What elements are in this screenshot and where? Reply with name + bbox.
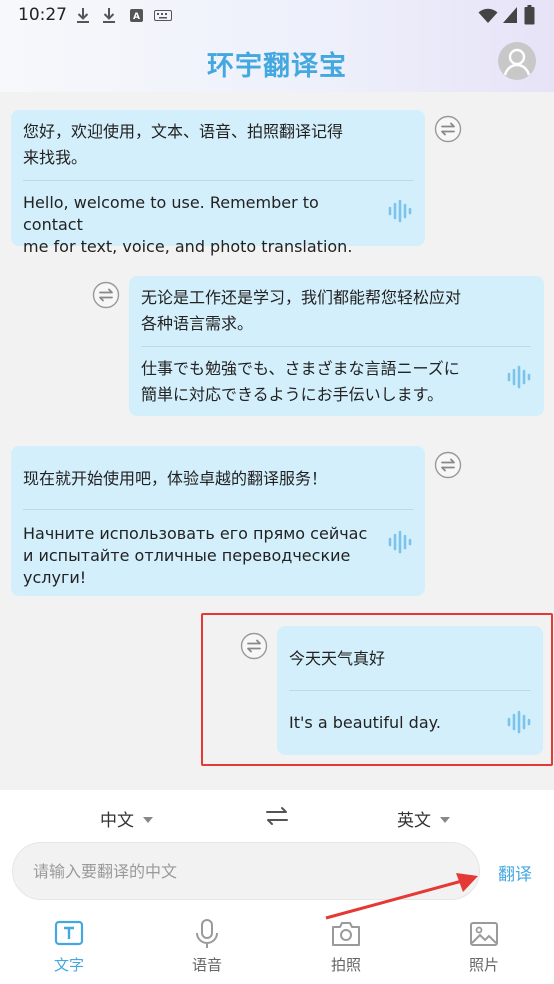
source-language-select[interactable]: 中文 bbox=[100, 806, 153, 831]
message-translation-text: 仕事でも勉強でも、さまざまな言語ニーズに 簡単に対応できるようにお手伝いします。 bbox=[141, 359, 460, 404]
status-time: 10:27 bbox=[18, 5, 67, 25]
source-language-label: 中文 bbox=[100, 811, 134, 831]
status-bar: 10:27 A bbox=[0, 0, 554, 32]
message-bubble: 您好，欢迎使用，文本、语音、拍照翻译记得 来找我。 Hello, welcome… bbox=[11, 110, 425, 256]
swap-languages-icon[interactable] bbox=[265, 806, 289, 826]
message-divider bbox=[289, 690, 531, 691]
swap-icon[interactable] bbox=[240, 632, 268, 660]
message-source-text: 您好，欢迎使用，文本、语音、拍照翻译记得 来找我。 bbox=[23, 122, 344, 167]
chevron-down-icon bbox=[440, 817, 450, 823]
annotation-arrow bbox=[325, 873, 478, 920]
svg-text:A: A bbox=[133, 12, 140, 22]
message-translation-text: It's a beautiful day. bbox=[289, 713, 441, 732]
voice-play-icon[interactable] bbox=[506, 710, 532, 734]
camera-icon bbox=[332, 922, 360, 946]
tab-camera[interactable]: 拍照 bbox=[311, 918, 381, 975]
download-icon bbox=[77, 8, 89, 23]
swap-icon[interactable] bbox=[434, 115, 462, 143]
message-bubble: 今天天气真好 It's a beautiful day. bbox=[277, 626, 543, 755]
swap-icon[interactable] bbox=[434, 451, 462, 479]
tab-voice[interactable]: 语音 bbox=[172, 918, 242, 975]
tab-label: 文字 bbox=[53, 956, 84, 974]
message-bubble: 现在就开始使用吧，体验卓越的翻译服务！ Начните использовать… bbox=[11, 446, 425, 596]
app-header: 10:27 A 环宇翻译宝 bbox=[0, 0, 554, 92]
voice-play-icon[interactable] bbox=[506, 365, 532, 389]
tab-photos[interactable]: 照片 bbox=[449, 918, 519, 975]
microphone-icon bbox=[196, 919, 218, 948]
chevron-down-icon bbox=[143, 817, 153, 823]
message-source-text: 现在就开始使用吧，体验卓越的翻译服务！ bbox=[23, 469, 328, 488]
wifi-icon bbox=[478, 8, 498, 23]
target-language-select[interactable]: 英文 bbox=[397, 806, 450, 831]
text-icon bbox=[54, 920, 84, 946]
message-divider bbox=[23, 180, 413, 181]
tab-label: 语音 bbox=[191, 956, 222, 974]
user-icon bbox=[503, 48, 531, 76]
image-icon bbox=[470, 922, 498, 946]
tab-label: 拍照 bbox=[330, 956, 361, 974]
tab-label: 照片 bbox=[468, 956, 499, 974]
battery-icon bbox=[524, 5, 535, 25]
tab-text[interactable]: 文字 bbox=[34, 918, 104, 975]
user-avatar[interactable] bbox=[498, 42, 536, 80]
translate-button[interactable]: 翻译 bbox=[498, 860, 532, 885]
swap-icon[interactable] bbox=[92, 281, 120, 309]
app-title: 环宇翻译宝 bbox=[207, 51, 347, 82]
message-divider bbox=[23, 509, 413, 510]
voice-play-icon[interactable] bbox=[387, 530, 413, 554]
download-icon bbox=[103, 8, 115, 23]
target-language-label: 英文 bbox=[397, 811, 431, 831]
message-source-text: 无论是工作还是学习，我们都能帮您轻松应对 各种语言需求。 bbox=[141, 288, 462, 333]
cellular-signal-icon bbox=[503, 7, 517, 23]
message-translation-text: Начните использовать его прямо сейчас и … bbox=[23, 524, 368, 587]
voice-play-icon[interactable] bbox=[387, 199, 413, 223]
message-bubble: 无论是工作还是学习，我们都能帮您轻松应对 各种语言需求。 仕事でも勉強でも、さま… bbox=[129, 276, 544, 416]
text-badge-icon: A bbox=[130, 9, 143, 22]
message-source-text: 今天天气真好 bbox=[289, 649, 386, 668]
message-divider bbox=[141, 346, 531, 347]
keyboard-icon bbox=[154, 10, 172, 21]
message-translation-text: Hello, welcome to use. Remember to conta… bbox=[23, 193, 353, 256]
